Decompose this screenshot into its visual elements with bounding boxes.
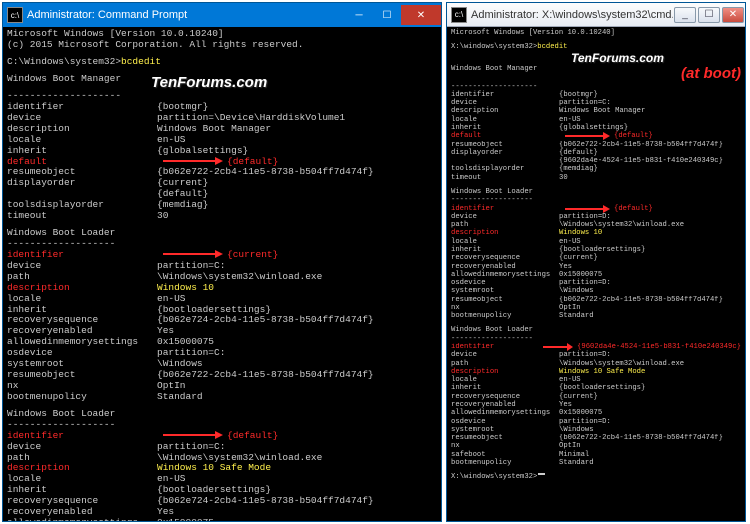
cmd-icon: c:\ xyxy=(451,7,467,23)
dash-line: -------------------- xyxy=(7,91,437,102)
cmd-window-left: c:\ Administrator: Command Prompt ─ ☐ ✕ … xyxy=(2,2,442,522)
window-title: Administrator: Command Prompt xyxy=(27,9,345,21)
watermark: TenForums.com xyxy=(571,52,664,66)
prompt: C:\Windows\system32> xyxy=(7,57,121,68)
banner-line: Microsoft Windows [Version 10.0.10240] xyxy=(451,29,741,37)
at-boot-label: (at boot) xyxy=(681,65,741,82)
window-title: Administrator: X:\windows\system32\cmd.e… xyxy=(471,9,673,21)
arrow-icon xyxy=(565,132,610,140)
cmd-window-right: c:\ Administrator: X:\windows\system32\c… xyxy=(446,2,746,522)
section-header: Windows Boot Manager xyxy=(7,74,121,91)
cmd-icon: c:\ xyxy=(7,7,23,23)
command: bcdedit xyxy=(537,43,567,51)
command: bcdedit xyxy=(121,57,161,68)
prompt: X:\windows\system32> xyxy=(451,43,537,51)
arrow-icon xyxy=(163,431,223,442)
arrow-icon xyxy=(565,205,610,213)
section-header: Windows Boot Loader xyxy=(451,188,741,196)
prompt: X:\windows\system32> xyxy=(451,473,537,481)
watermark: TenForums.com xyxy=(151,74,267,91)
terminal-output[interactable]: Microsoft Windows [Version 10.0.10240] X… xyxy=(447,27,745,521)
section-header: Windows Boot Loader xyxy=(451,326,741,334)
close-button[interactable]: ✕ xyxy=(722,7,744,23)
titlebar[interactable]: c:\ Administrator: X:\windows\system32\c… xyxy=(447,3,745,27)
terminal-output[interactable]: Microsoft Windows [Version 10.0.10240] (… xyxy=(3,27,441,521)
cursor xyxy=(538,473,545,475)
maximize-button[interactable]: ☐ xyxy=(698,7,720,23)
maximize-button[interactable]: ☐ xyxy=(373,5,401,25)
minimize-button[interactable]: ─ xyxy=(345,5,373,25)
banner-line: (c) 2015 Microsoft Corporation. All righ… xyxy=(7,40,437,51)
titlebar[interactable]: c:\ Administrator: Command Prompt ─ ☐ ✕ xyxy=(3,3,441,27)
close-button[interactable]: ✕ xyxy=(401,5,441,25)
arrow-icon xyxy=(543,343,573,351)
section-header: Windows Boot Manager xyxy=(451,65,537,82)
minimize-button[interactable]: _ xyxy=(674,7,696,23)
